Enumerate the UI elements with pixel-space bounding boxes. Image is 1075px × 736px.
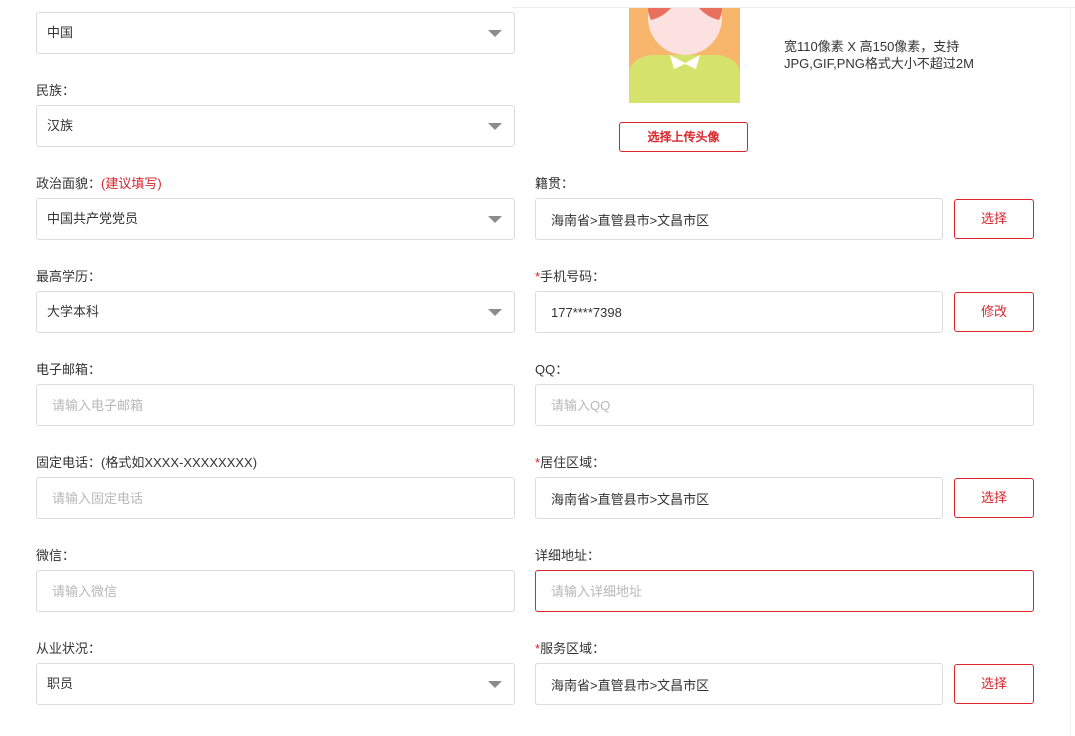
chevron-down-icon (488, 30, 502, 37)
service-area-label-text: 服务区域： (540, 641, 606, 656)
avatar-size-hint: 宽110像素 X 高150像素，支持 (784, 39, 960, 54)
mobile-label-text: 手机号码： (540, 269, 606, 284)
residence-area-label: *居住区域： (535, 455, 605, 471)
email-input[interactable] (36, 384, 515, 426)
employment-select[interactable]: 职员 (36, 663, 515, 705)
employment-select-value: 职员 (47, 676, 74, 691)
education-select-value: 大学本科 (47, 304, 100, 319)
residence-area-input[interactable] (535, 477, 943, 519)
right-divider (1070, 8, 1071, 736)
political-status-select[interactable]: 中国共产党党员 (36, 198, 515, 240)
upload-avatar-button[interactable]: 选择上传头像 (619, 122, 748, 152)
wechat-input[interactable] (36, 570, 515, 612)
native-place-label: 籍贯： (535, 176, 575, 191)
avatar-body (629, 55, 740, 103)
qq-label: QQ： (535, 362, 569, 377)
avatar-format-hint: JPG,GIF,PNG格式大小不超过2M (784, 56, 974, 71)
residence-area-label-text: 居住区域： (540, 455, 606, 470)
country-select[interactable]: 中国 (36, 12, 515, 54)
ethnicity-label: 民族： (36, 83, 76, 98)
address-input[interactable] (535, 570, 1034, 612)
service-area-label: *服务区域： (535, 641, 605, 657)
political-status-hint: (建议填写) (101, 176, 162, 191)
native-place-select-button[interactable]: 选择 (954, 199, 1034, 239)
service-area-input[interactable] (535, 663, 943, 705)
political-status-label-text: 政治面貌： (36, 176, 102, 191)
mobile-edit-button[interactable]: 修改 (954, 292, 1034, 332)
ethnicity-select-value: 汉族 (47, 118, 74, 133)
residence-area-select-button[interactable]: 选择 (954, 478, 1034, 518)
top-divider (513, 7, 1075, 8)
ethnicity-select[interactable]: 汉族 (36, 105, 515, 147)
political-status-label: 政治面貌：(建议填写) (36, 176, 162, 192)
native-place-input[interactable] (535, 198, 943, 240)
address-label: 详细地址： (535, 548, 601, 563)
landline-label: 固定电话：(格式如XXXX-XXXXXXXX) (36, 455, 258, 470)
qq-input[interactable] (535, 384, 1034, 426)
avatar-image (629, 8, 740, 103)
employment-label: 从业状况： (36, 641, 102, 656)
country-select-value: 中国 (47, 25, 74, 40)
service-area-select-button[interactable]: 选择 (954, 664, 1034, 704)
chevron-down-icon (488, 681, 502, 688)
chevron-down-icon (488, 309, 502, 316)
education-select[interactable]: 大学本科 (36, 291, 515, 333)
email-label: 电子邮箱： (36, 362, 102, 377)
mobile-input[interactable] (535, 291, 943, 333)
chevron-down-icon (488, 216, 502, 223)
landline-input[interactable] (36, 477, 515, 519)
political-status-select-value: 中国共产党党员 (47, 211, 139, 226)
chevron-down-icon (488, 123, 502, 130)
mobile-label: *手机号码： (535, 269, 605, 285)
wechat-label: 微信： (36, 548, 76, 563)
education-label: 最高学历： (36, 269, 102, 284)
